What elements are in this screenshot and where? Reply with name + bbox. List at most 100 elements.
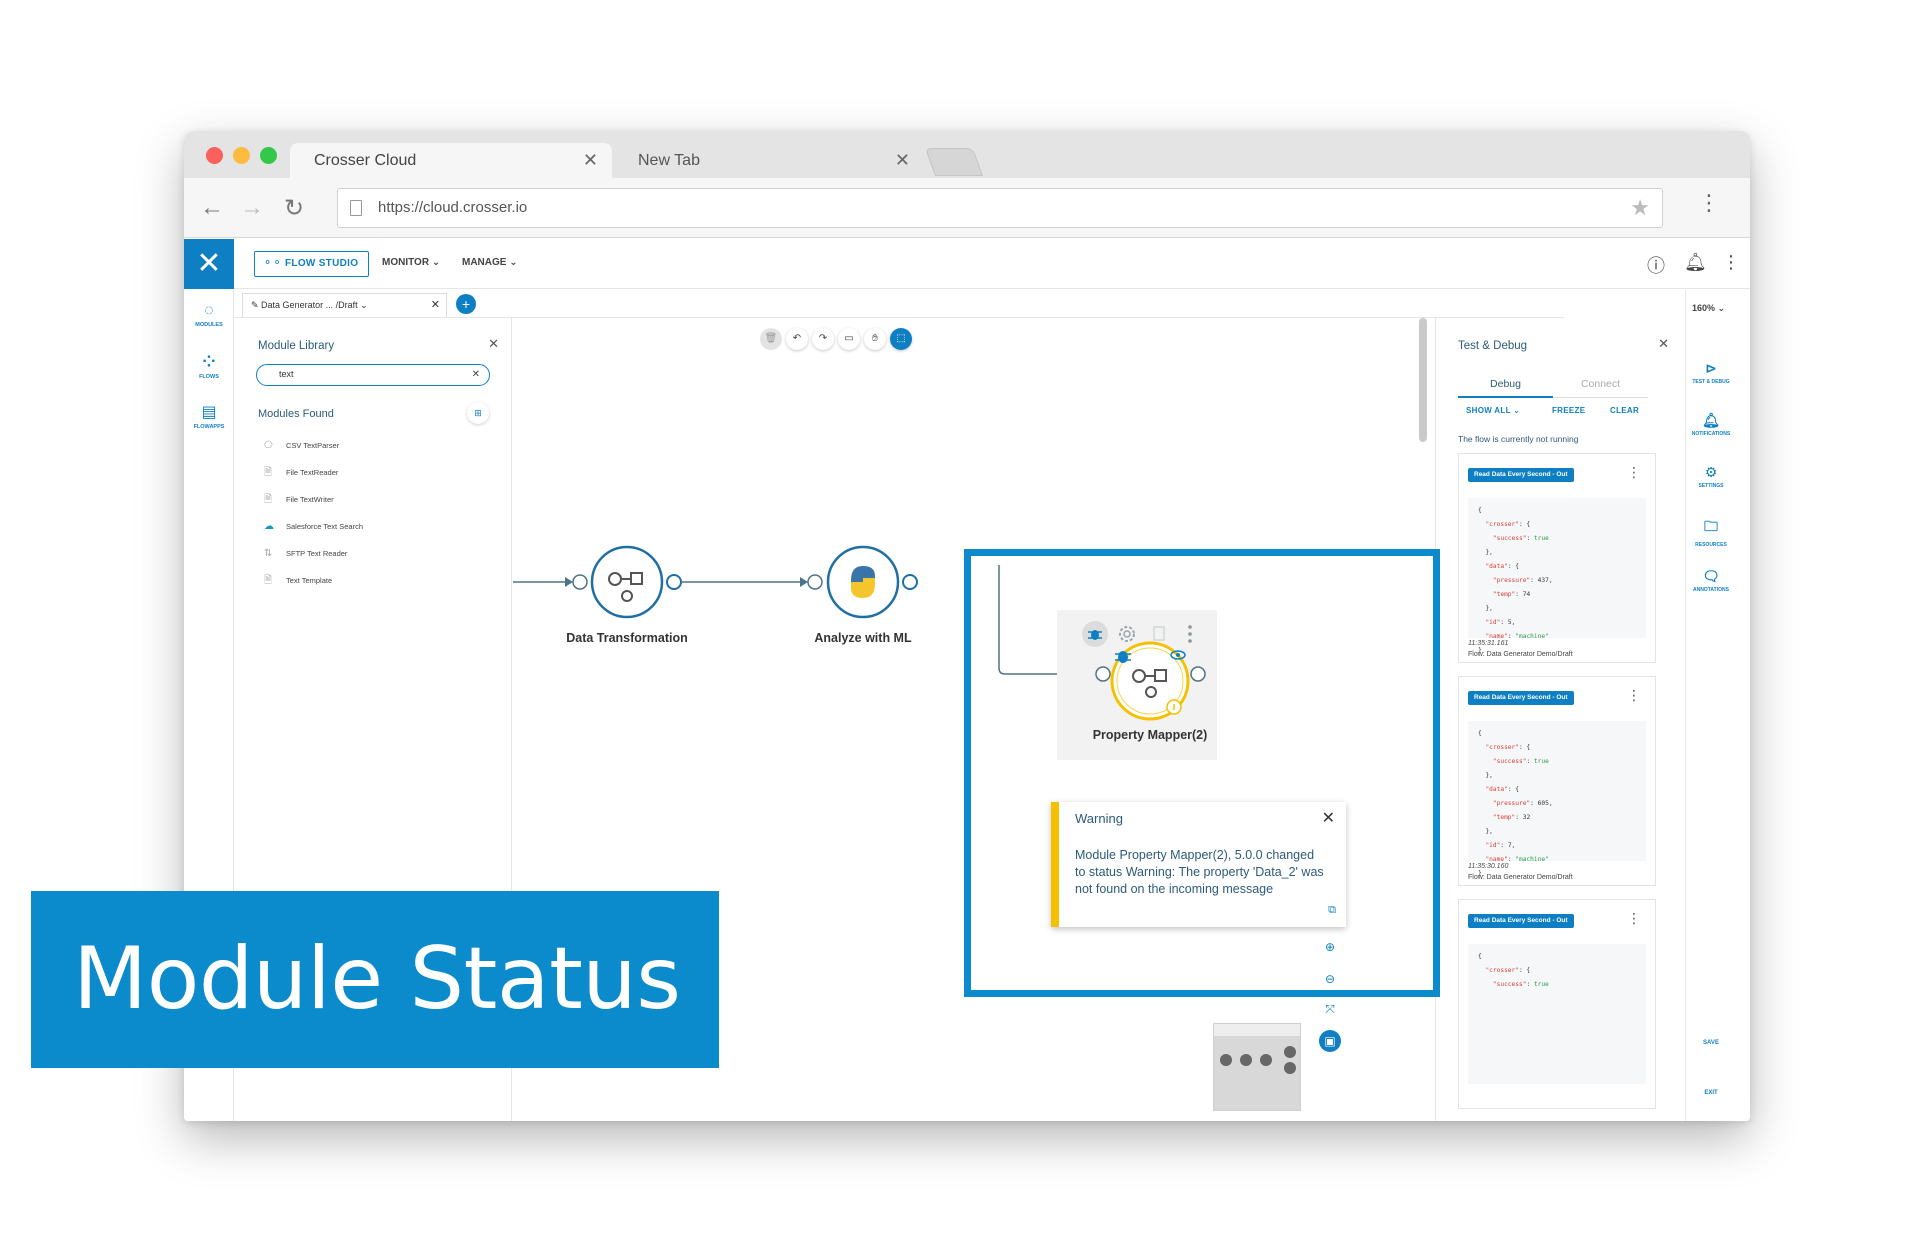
template-module-icon: 🗎︎ [264,575,273,586]
add-flow-tab-button[interactable]: + [456,294,476,314]
app-menu-icon[interactable]: ⋮ [1722,252,1740,273]
module-item-text-template[interactable]: 🗎︎ Text Template [264,567,363,594]
minimap-toggle-icon[interactable]: ▣ [1319,1030,1341,1052]
message-source-badge: Read Data Every Second - Out [1468,691,1574,705]
flow-studio-icon: ⚬⚬ [263,257,283,269]
close-window-button[interactable] [206,147,223,164]
new-tab-button[interactable] [924,148,984,176]
fit-to-screen-icon[interactable]: ⤧ [1319,998,1341,1020]
flow-tab[interactable]: ✎ Data Generator ... /Draft ⌄ ✕ [242,293,447,317]
node-input-port[interactable] [572,574,588,590]
test-debug-panel: Test & Debug ✕ Debug Connect SHOW ALL ⌄ … [1435,318,1685,1121]
module-item-label: SFTP Text Reader [286,549,348,558]
node-output-port[interactable] [666,574,682,590]
forward-arrow-icon[interactable]: → [240,194,264,222]
canvas-minimap[interactable] [1213,1023,1301,1111]
chevron-down-icon[interactable]: ⌄ [360,300,368,310]
tab-debug[interactable]: Debug [1458,374,1553,398]
help-icon[interactable]: ⓘ [1647,252,1665,278]
flow-studio-label: FLOW STUDIO [285,258,359,269]
browser-tab-crosser-cloud[interactable]: Crosser Cloud ✕ [290,143,612,178]
browser-menu-icon[interactable]: ⋮ [1698,192,1720,214]
crosser-logo-icon[interactable]: ✕ [184,239,234,289]
close-flow-tab-icon[interactable]: ✕ [431,294,440,316]
close-debug-icon[interactable]: ✕ [1658,336,1669,352]
module-item-file-textwriter[interactable]: 🗎︎ File TextWriter [264,486,363,513]
url-field[interactable]: https://cloud.crosser.io ★ [337,188,1663,228]
message-source-badge: Read Data Every Second - Out [1468,914,1574,928]
clear-button[interactable]: CLEAR [1610,406,1639,415]
module-item-salesforce-text-search[interactable]: ☁ Salesforce Text Search [264,513,363,540]
maximize-window-button[interactable] [260,147,277,164]
test-debug-title: Test & Debug [1458,340,1528,352]
close-tab-icon[interactable]: ✕ [895,143,910,178]
rail-item-flowapps[interactable]: ▤ FLOWAPPS [184,402,234,430]
grid-view-icon[interactable]: ⊞ [467,402,489,424]
rail-item-test-debug[interactable]: ⊳ TEST & DEBUG [1686,360,1736,385]
rail-item-flows[interactable]: ⁘ FLOWS [184,352,234,380]
rail-item-label: ANNOTATIONS [1693,587,1729,593]
rail-item-settings[interactable]: ⚙ SETTINGS [1686,464,1736,489]
zoom-level-value: 160% [1692,303,1716,313]
rail-item-modules[interactable]: ◌ MODULES [184,302,234,328]
monitor-menu[interactable]: MONITOR ⌄ [382,257,440,268]
bell-icon[interactable]: 🔔︎ [1684,252,1707,273]
node-label-data-transformation: Data Transformation [566,631,688,645]
node-input-port[interactable] [807,574,823,590]
message-timestamp: 11:35:31.161 [1468,640,1509,647]
reload-icon[interactable]: ↻ [284,194,304,223]
flowapps-icon: ▤ [201,404,217,421]
chevron-down-icon: ⌄ [1717,303,1726,313]
flows-icon: ⁘ [202,354,216,371]
minimize-window-button[interactable] [233,147,250,164]
back-arrow-icon[interactable]: ← [200,194,224,222]
chevron-down-icon: ⌄ [509,257,518,268]
module-list: ⎔ CSV TextParser 🗎︎ File TextReader 🗎︎ F… [264,432,363,594]
message-menu-icon[interactable]: ⋮ [1627,688,1641,702]
bookmark-star-icon[interactable]: ★ [1630,189,1650,227]
rail-item-label: TEST & DEBUG [1692,379,1730,385]
folder-icon: 🗀 [1704,518,1718,534]
right-rail: 160% ⌄ ⊳ TEST & DEBUG 🔔︎ NOTIFICATIONS ⚙… [1685,290,1750,1121]
message-menu-icon[interactable]: ⋮ [1627,911,1641,925]
show-all-dropdown[interactable]: SHOW ALL ⌄ [1466,406,1520,415]
module-search-input[interactable]: text ✕ [256,364,490,386]
zoom-level-select[interactable]: 160% ⌄ [1692,303,1725,314]
annotation-icon: 🗨 [1702,568,1720,584]
salesforce-cloud-icon: ☁ [264,521,274,532]
rail-item-annotations[interactable]: 🗨 ANNOTATIONS [1686,568,1736,593]
rail-item-resources[interactable]: 🗀 RESOURCES [1686,516,1736,548]
manage-label: MANAGE [462,257,507,268]
clear-search-icon[interactable]: ✕ [472,365,480,384]
close-tab-icon[interactable]: ✕ [583,143,598,178]
node-output-port[interactable] [902,574,918,590]
module-item-sftp-text-reader[interactable]: ⇅ SFTP Text Reader [264,540,363,567]
node-label-analyze-with-ml: Analyze with ML [814,631,912,645]
rail-item-notifications[interactable]: 🔔︎ NOTIFICATIONS [1686,412,1736,437]
test-debug-icon: ⊳ [1705,360,1717,376]
module-item-csv-textparser[interactable]: ⎔ CSV TextParser [264,432,363,459]
modules-icon: ◌ [204,302,214,319]
manage-menu[interactable]: MANAGE ⌄ [462,257,518,268]
flow-studio-button[interactable]: ⚬⚬ FLOW STUDIO [254,251,370,277]
data-transformation-node[interactable] [590,545,664,619]
edit-icon: ✎ [251,300,262,310]
flow-status-text: The flow is currently not running [1458,434,1579,444]
minimap-node [1260,1054,1272,1066]
freeze-button[interactable]: FREEZE [1552,406,1585,415]
browser-tab-new-tab[interactable]: New Tab ✕ [614,143,924,178]
file-module-icon: 🗎︎ [264,467,273,478]
rail-item-label: NOTIFICATIONS [1691,431,1731,437]
exit-button[interactable]: EXIT [1686,1090,1736,1096]
message-menu-icon[interactable]: ⋮ [1627,465,1641,479]
minimap-node [1284,1046,1296,1058]
close-library-icon[interactable]: ✕ [488,336,499,352]
tab-connect[interactable]: Connect [1553,374,1648,398]
module-item-file-textreader[interactable]: 🗎︎ File TextReader [264,459,363,486]
save-button[interactable]: SAVE [1686,1040,1736,1046]
minimap-node [1220,1054,1232,1066]
module-item-label: Salesforce Text Search [286,522,363,531]
flow-tab-strip: ✎ Data Generator ... /Draft ⌄ ✕ + [234,290,1564,318]
edge-arrow [565,577,573,587]
page-icon [350,200,362,216]
